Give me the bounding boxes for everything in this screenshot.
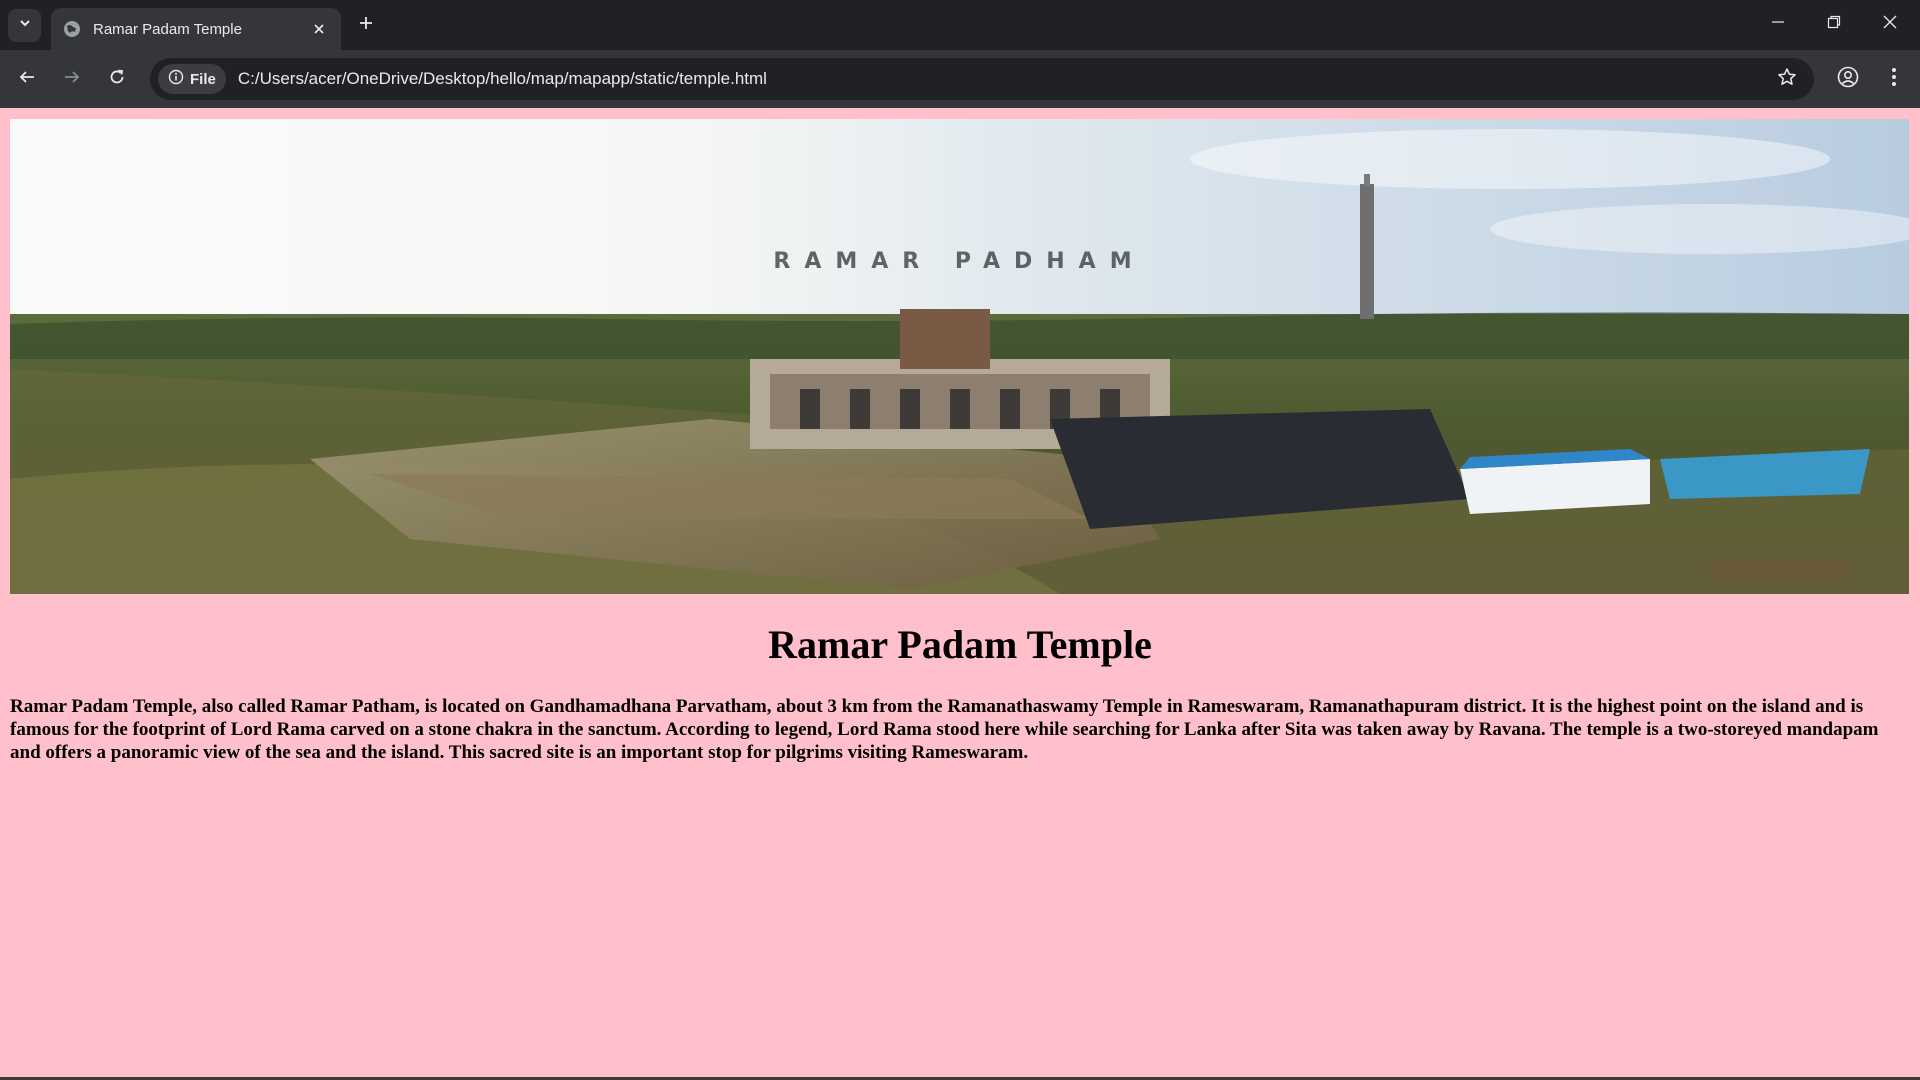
star-icon — [1777, 67, 1797, 92]
tab-strip: Ramar Padam Temple — [0, 0, 1920, 50]
tab-search-button[interactable] — [8, 9, 41, 42]
arrow-left-icon — [18, 68, 36, 91]
arrow-right-icon — [63, 68, 81, 91]
more-vertical-icon — [1891, 67, 1897, 92]
globe-icon — [63, 20, 81, 38]
window-close-button[interactable] — [1862, 0, 1918, 48]
chevron-down-icon — [18, 16, 32, 35]
window-close-icon — [1883, 15, 1897, 34]
plus-icon — [358, 15, 374, 36]
restore-icon — [1827, 15, 1841, 34]
temple-hero-image: RAMAR PADHAM — [10, 119, 1909, 594]
reload-icon — [108, 68, 126, 91]
new-tab-button[interactable] — [352, 11, 380, 39]
hero-image-caption: RAMAR PADHAM — [773, 249, 1146, 274]
info-icon — [168, 69, 184, 90]
site-info-chip[interactable]: File — [158, 64, 226, 94]
window-minimize-button[interactable] — [1750, 0, 1806, 48]
site-chip-label: File — [190, 70, 216, 88]
page-viewport: RAMAR PADHAM Ramar Padam Temple Ramar Pa… — [0, 108, 1920, 1077]
close-icon[interactable] — [309, 19, 329, 39]
temple-description: Ramar Padam Temple, also called Ramar Pa… — [10, 696, 1879, 763]
reload-button[interactable] — [101, 63, 133, 95]
browser-toolbar: File C:/Users/acer/OneDrive/Desktop/hell… — [0, 50, 1920, 108]
bookmark-button[interactable] — [1772, 64, 1802, 94]
page-title: Ramar Padam Temple — [768, 622, 1152, 667]
tab-active[interactable]: Ramar Padam Temple — [51, 8, 341, 50]
forward-button[interactable] — [56, 63, 88, 95]
browser-menu-button[interactable] — [1878, 63, 1910, 95]
profile-icon — [1837, 66, 1859, 93]
tab-title: Ramar Padam Temple — [93, 20, 242, 38]
window-restore-button[interactable] — [1806, 0, 1862, 48]
address-bar[interactable]: File C:/Users/acer/OneDrive/Desktop/hell… — [150, 58, 1814, 100]
profile-button[interactable] — [1832, 63, 1864, 95]
back-button[interactable] — [11, 63, 43, 95]
minimize-icon — [1771, 15, 1785, 34]
url-text[interactable]: C:/Users/acer/OneDrive/Desktop/hello/map… — [238, 69, 767, 89]
